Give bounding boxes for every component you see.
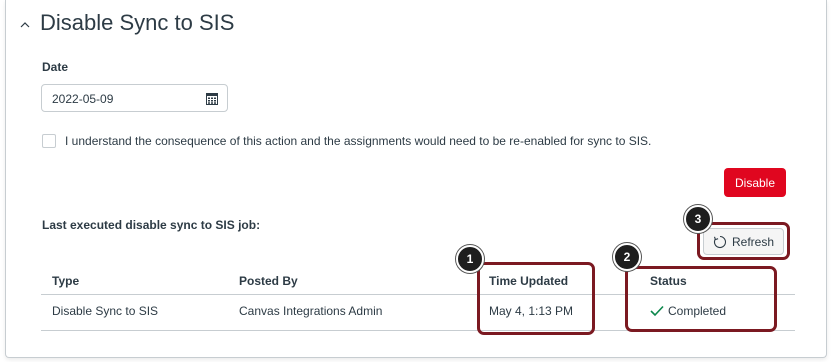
callout-box-time-updated [477,262,595,335]
date-field[interactable]: 2022-05-09 [41,84,228,112]
last-job-label: Last executed disable sync to SIS job: [42,218,261,232]
chevron-up-icon[interactable] [18,18,32,32]
cell-posted-by: Canvas Integrations Admin [239,304,383,318]
disable-button[interactable]: Disable [724,168,786,197]
header-type: Type [52,274,80,288]
header-posted-by: Posted By [239,274,298,288]
section-title: Disable Sync to SIS [40,10,235,35]
callout-box-refresh [697,222,790,260]
calendar-icon[interactable] [206,92,218,105]
callout-box-status [625,266,777,332]
consent-label: I understand the consequence of this act… [65,134,652,148]
cell-type: Disable Sync to SIS [52,304,159,318]
date-value: 2022-05-09 [52,92,114,106]
callout-number-2: 2 [613,243,641,271]
callout-number-1: 1 [456,245,484,273]
callout-number-3: 3 [684,205,712,233]
date-label: Date [42,60,69,74]
consent-checkbox[interactable] [42,134,56,148]
